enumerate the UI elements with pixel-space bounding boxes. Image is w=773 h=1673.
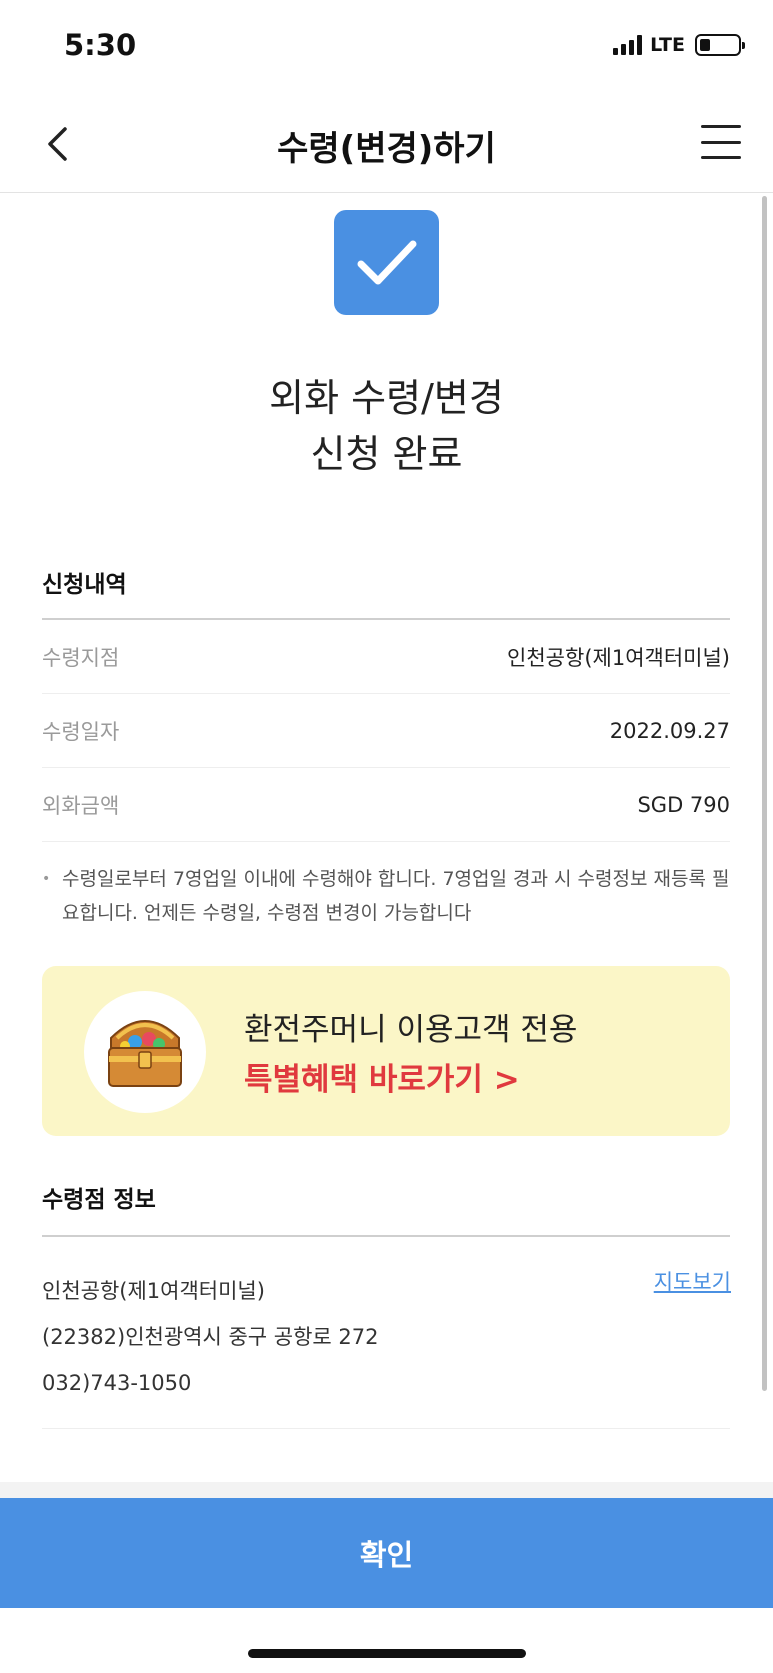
- signal-icon: [613, 35, 643, 55]
- detail-row-branch: 수령지점 인천공항(제1여객터미널): [42, 620, 730, 694]
- completion-title: 외화 수령/변경 신청 완료: [0, 370, 773, 482]
- detail-value: 인천공항(제1여객터미널): [507, 645, 730, 670]
- treasure-chest-icon: [84, 991, 206, 1113]
- hamburger-menu-icon: [701, 125, 741, 128]
- check-icon: [334, 210, 439, 315]
- app-header: 수령(변경)하기: [0, 95, 773, 193]
- branch-info: 인천공항(제1여객터미널) (22382)인천광역시 중구 공항로 272 03…: [42, 1268, 379, 1406]
- notice-text: 수령일로부터 7영업일 이내에 수령해야 합니다. 7영업일 경과 시 수령정보…: [42, 862, 732, 930]
- completion-line-1: 외화 수령/변경: [269, 376, 504, 420]
- detail-row-amount: 외화금액 SGD 790: [42, 768, 730, 842]
- application-section-title: 신청내역: [42, 572, 127, 598]
- battery-icon: [695, 34, 745, 56]
- completion-line-2: 신청 완료: [310, 432, 463, 476]
- status-icons: LTE: [613, 34, 745, 56]
- network-label: LTE: [650, 34, 685, 56]
- branch-name: 인천공항(제1여객터미널): [42, 1279, 265, 1303]
- detail-label: 외화금액: [42, 793, 120, 818]
- branch-phone: 032)743-1050: [42, 1371, 192, 1395]
- detail-label: 수령지점: [42, 645, 120, 670]
- footer-safe-area: [0, 1608, 773, 1673]
- detail-row-date: 수령일자 2022.09.27: [42, 694, 730, 768]
- divider: [42, 1428, 730, 1429]
- home-indicator[interactable]: [248, 1649, 526, 1658]
- promo-title: 환전주머니 이용고객 전용: [244, 1012, 578, 1048]
- promo-banner[interactable]: 환전주머니 이용고객 전용 특별혜택 바로가기 >: [42, 966, 730, 1136]
- detail-value: 2022.09.27: [609, 718, 730, 743]
- branch-section-title: 수령점 정보: [42, 1187, 156, 1213]
- status-bar: 5:30 LTE: [0, 0, 773, 95]
- map-link[interactable]: 지도보기: [654, 1266, 731, 1296]
- detail-value: SGD 790: [637, 792, 730, 817]
- divider: [42, 1235, 730, 1237]
- branch-address: (22382)인천광역시 중구 공항로 272: [42, 1325, 379, 1349]
- promo-link[interactable]: 특별혜택 바로가기 >: [244, 1054, 520, 1099]
- menu-button[interactable]: [701, 125, 741, 159]
- page-title: 수령(변경)하기: [277, 129, 496, 169]
- detail-label: 수령일자: [42, 719, 120, 744]
- confirm-button[interactable]: 확인: [0, 1498, 773, 1608]
- status-time: 5:30: [64, 28, 137, 62]
